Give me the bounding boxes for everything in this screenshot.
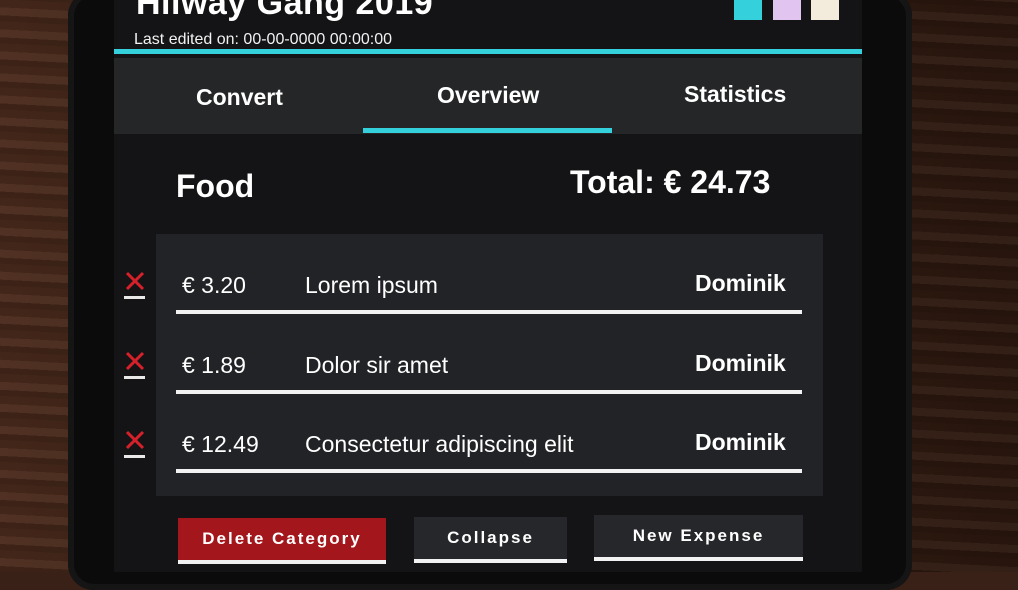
expense-amount: € 12.49 (182, 431, 259, 457)
delete-underline (124, 455, 145, 458)
color-swatch-cream[interactable] (811, 0, 839, 20)
new-expense-button[interactable]: New Expense (594, 515, 803, 561)
new-expense-label: New Expense (632, 526, 765, 545)
collapse-label: Collapse (447, 528, 534, 547)
expense-amount: € 3.20 (182, 272, 246, 298)
collapse-button[interactable]: Collapse (414, 517, 567, 563)
app-title: Hilway Gang 2019 (136, 0, 434, 22)
delete-underline (124, 376, 145, 379)
delete-underline (124, 296, 145, 299)
color-swatch-lavender[interactable] (773, 0, 801, 20)
close-icon (125, 351, 145, 371)
expense-description: Dolor sir amet (305, 352, 449, 378)
expense-row: € 12.49 Consectetur adipiscing elit Domi… (114, 393, 862, 473)
expense-person: Dominik (695, 350, 786, 376)
app-screen: Hilway Gang 2019 Last edited on: 00-00-0… (114, 0, 862, 572)
expense-person: Dominik (695, 270, 786, 296)
close-icon (125, 430, 145, 450)
delete-category-button[interactable]: Delete Category (178, 518, 386, 564)
expense-row: € 3.20 Lorem ipsum Dominik (114, 234, 862, 314)
expense-description: Lorem ipsum (305, 272, 438, 298)
last-edited-label: Last edited on: 00-00-0000 00:00:00 (134, 31, 392, 48)
expense-amount: € 1.89 (182, 352, 246, 378)
tab-bar: Convert Overview Statistics (114, 58, 862, 134)
delete-expense-button[interactable] (124, 270, 145, 300)
active-tab-indicator (363, 128, 612, 133)
button-underline (594, 557, 803, 561)
tab-statistics[interactable]: Statistics (684, 81, 786, 108)
button-underline (178, 560, 386, 564)
button-underline (414, 559, 567, 563)
tab-overview[interactable]: Overview (437, 82, 539, 109)
category-total: Total: € 24.73 (570, 164, 771, 200)
delete-expense-button[interactable] (124, 350, 145, 380)
header-accent-line (114, 49, 862, 54)
row-divider (176, 469, 802, 473)
tab-convert[interactable]: Convert (196, 84, 283, 111)
color-swatch-cyan[interactable] (734, 0, 762, 20)
category-title: Food (176, 168, 255, 204)
delete-category-label: Delete Category (202, 529, 362, 548)
expense-person: Dominik (695, 429, 786, 455)
expense-description: Consectetur adipiscing elit (305, 431, 574, 457)
expense-row: € 1.89 Dolor sir amet Dominik (114, 314, 862, 394)
close-icon (125, 271, 145, 291)
delete-expense-button[interactable] (124, 429, 145, 459)
